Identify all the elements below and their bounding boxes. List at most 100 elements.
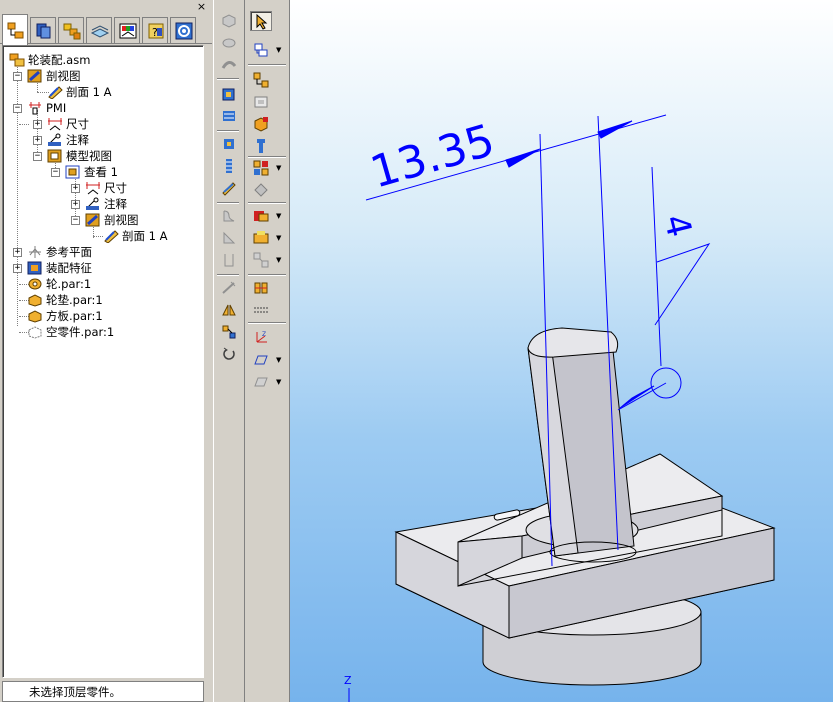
settings-icon bbox=[175, 22, 193, 40]
insert-part-icon bbox=[254, 117, 268, 132]
extrude-button[interactable] bbox=[218, 10, 240, 30]
expand-toggle[interactable]: + bbox=[13, 264, 22, 273]
pathfinder-pane: × ? 轮装配.asm − 剖视图 剖面 1 A − PMI + 尺寸 + 注释… bbox=[0, 0, 212, 702]
tab-color-manager[interactable] bbox=[114, 17, 140, 43]
annotation-icon bbox=[86, 197, 99, 210]
pointer-icon bbox=[256, 14, 268, 30]
tab-settings[interactable] bbox=[170, 17, 196, 43]
close-pane-button[interactable]: × bbox=[195, 1, 208, 13]
assembly-tree: 轮装配.asm − 剖视图 剖面 1 A − PMI + 尺寸 + 注释 − 模… bbox=[2, 45, 204, 678]
sketch-icon bbox=[222, 281, 236, 294]
pattern-parts-button[interactable] bbox=[250, 158, 272, 178]
linear-dimension-text[interactable]: 13.35 bbox=[365, 115, 500, 199]
collapse-toggle[interactable]: − bbox=[33, 152, 42, 161]
place-part-button[interactable] bbox=[250, 40, 272, 60]
coordinate-system-icon: Z bbox=[256, 331, 267, 343]
thin-wall-button[interactable] bbox=[218, 178, 240, 198]
rotate-icon bbox=[223, 347, 235, 360]
weld-dimension-text[interactable]: 4 bbox=[655, 211, 699, 242]
view-planes-icon bbox=[254, 377, 268, 387]
round-icon bbox=[223, 210, 235, 222]
svg-text:Z: Z bbox=[262, 331, 266, 338]
model-viewport[interactable]: 13.35 4 Z bbox=[289, 0, 833, 702]
reference-plane-icon bbox=[29, 246, 41, 258]
explode-button[interactable] bbox=[250, 250, 272, 270]
model-view-icon bbox=[47, 149, 62, 163]
chevron-down-icon[interactable]: ▼ bbox=[276, 356, 284, 364]
mirror-button[interactable] bbox=[218, 300, 240, 320]
chamfer-button[interactable] bbox=[218, 228, 240, 248]
tab-sketch-views[interactable] bbox=[86, 17, 112, 43]
expand-toggle[interactable]: + bbox=[13, 248, 22, 257]
z-axis-label: Z bbox=[344, 674, 352, 687]
bolt-icon bbox=[257, 139, 265, 153]
replace-part-icon bbox=[254, 96, 268, 108]
reference-plane-button[interactable] bbox=[250, 350, 272, 370]
pattern-icon bbox=[226, 159, 232, 173]
draft-button[interactable] bbox=[218, 250, 240, 270]
rotate-button[interactable] bbox=[218, 344, 240, 364]
tab-properties[interactable]: ? bbox=[142, 17, 168, 43]
sweep-icon bbox=[221, 61, 237, 69]
assemble-button[interactable] bbox=[250, 70, 272, 90]
pane-splitter[interactable] bbox=[204, 45, 212, 702]
annotation-icon bbox=[48, 133, 61, 146]
chevron-down-icon[interactable]: ▼ bbox=[276, 234, 284, 242]
revolve-icon bbox=[222, 38, 236, 48]
sweep-button[interactable] bbox=[218, 54, 240, 74]
empty-part-icon bbox=[28, 326, 42, 339]
sketch-button[interactable] bbox=[218, 278, 240, 298]
collapse-toggle[interactable]: − bbox=[51, 168, 60, 177]
interference-button[interactable] bbox=[250, 180, 272, 200]
chevron-down-icon[interactable]: ▼ bbox=[276, 212, 284, 220]
pattern-parts-icon bbox=[253, 160, 269, 176]
tab-assembly-tree[interactable] bbox=[2, 14, 28, 45]
pane-tab-strip: ? bbox=[0, 14, 212, 45]
expand-toggle[interactable]: + bbox=[33, 120, 42, 129]
chevron-down-icon[interactable]: ▼ bbox=[276, 164, 284, 172]
section-plane-icon bbox=[48, 86, 63, 99]
fastener-button[interactable] bbox=[250, 136, 272, 156]
layers-icon bbox=[36, 23, 51, 39]
replace-part-button[interactable] bbox=[250, 92, 272, 112]
thin-wall-icon bbox=[222, 182, 236, 196]
round-button[interactable] bbox=[218, 206, 240, 226]
group-button[interactable] bbox=[250, 206, 272, 226]
chevron-down-icon[interactable]: ▼ bbox=[276, 256, 284, 264]
tab-parts-library[interactable] bbox=[58, 17, 84, 43]
insert-part-button[interactable] bbox=[250, 114, 272, 134]
wire-harness-button[interactable] bbox=[250, 300, 272, 320]
toolbar-empty-area bbox=[244, 400, 288, 702]
plane-icon bbox=[254, 355, 268, 365]
parts-library-icon bbox=[63, 23, 81, 40]
color-manager-icon bbox=[119, 23, 137, 39]
extrude-icon bbox=[222, 14, 236, 28]
part-icon bbox=[28, 310, 42, 323]
chevron-down-icon[interactable]: ▼ bbox=[276, 46, 284, 54]
pattern-button[interactable] bbox=[218, 156, 240, 176]
bom-button[interactable] bbox=[250, 278, 272, 298]
place-part-icon bbox=[254, 43, 268, 57]
collapse-toggle[interactable]: − bbox=[71, 216, 80, 225]
coordinate-system-button[interactable]: Z bbox=[250, 328, 272, 348]
view-planes-button[interactable] bbox=[250, 372, 272, 392]
model-canvas[interactable]: 13.35 4 Z bbox=[290, 0, 833, 702]
tab-layers[interactable] bbox=[30, 17, 56, 43]
chevron-down-icon[interactable]: ▼ bbox=[276, 378, 284, 386]
thread-button[interactable] bbox=[218, 134, 240, 154]
feature-toolbar bbox=[213, 0, 243, 702]
revolve-button[interactable] bbox=[218, 32, 240, 52]
expand-toggle[interactable]: + bbox=[33, 136, 42, 145]
expand-toggle[interactable]: + bbox=[71, 184, 80, 193]
collapse-toggle[interactable]: − bbox=[13, 104, 22, 113]
expand-toggle[interactable]: + bbox=[71, 200, 80, 209]
section-plane-icon bbox=[104, 230, 119, 243]
select-tool-button[interactable] bbox=[250, 11, 272, 31]
hole-button[interactable] bbox=[218, 106, 240, 126]
drawing-view-button[interactable] bbox=[250, 228, 272, 248]
assembly-path-button[interactable] bbox=[218, 322, 240, 342]
assembly-tree-icon bbox=[7, 22, 24, 39]
cut-button[interactable] bbox=[218, 84, 240, 104]
collapse-toggle[interactable]: − bbox=[13, 72, 22, 81]
draft-icon bbox=[224, 254, 234, 267]
